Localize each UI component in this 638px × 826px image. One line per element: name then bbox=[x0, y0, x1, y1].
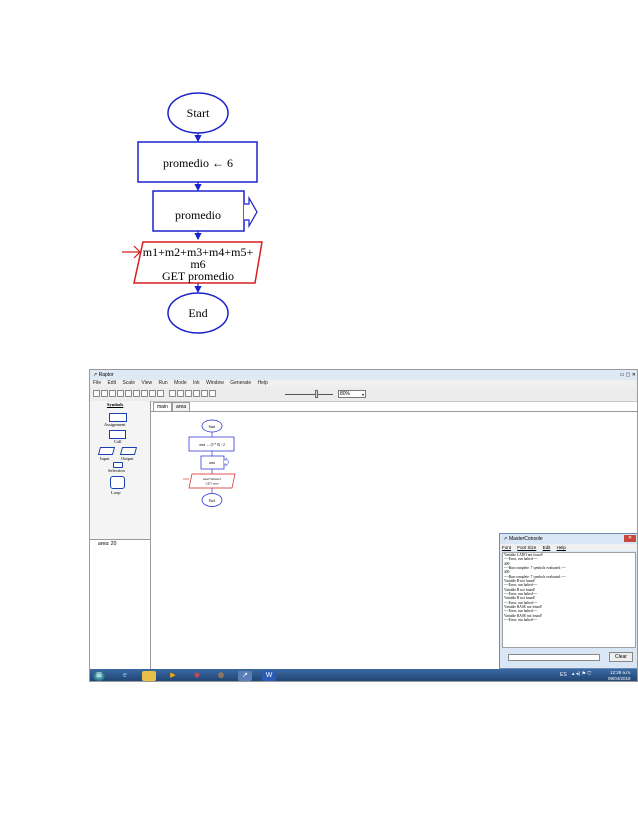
console-close-icon[interactable]: ✕ bbox=[624, 535, 636, 542]
assignment-label: promedio ← 6 bbox=[163, 156, 233, 170]
clear-button[interactable]: Clear bbox=[609, 652, 633, 662]
end-label: End bbox=[188, 306, 207, 320]
tray-language[interactable]: ES bbox=[560, 672, 567, 678]
console-menu: Font Font Size Edit Help bbox=[500, 544, 637, 551]
start-orb-icon[interactable]: ⊞ bbox=[93, 671, 105, 681]
master-console-window: ↗ MasterConsole ✕ Font Font Size Edit He… bbox=[499, 533, 637, 669]
firefox-icon[interactable]: ◍ bbox=[214, 671, 228, 681]
step-into-icon[interactable] bbox=[201, 390, 208, 397]
tray-icons[interactable]: ▴ ◂) ⚑ ⛉ bbox=[572, 671, 591, 677]
flowchart: Start promedio ← 6 promedio m1+m2+m3+m4+… bbox=[122, 92, 263, 334]
cut-icon[interactable] bbox=[117, 390, 124, 397]
menu-ink[interactable]: Ink bbox=[193, 380, 200, 386]
step-icon[interactable] bbox=[193, 390, 200, 397]
output-arrow-icon bbox=[244, 195, 258, 229]
console-menu-font[interactable]: Font bbox=[502, 545, 511, 550]
output-symbol-icon[interactable] bbox=[119, 447, 138, 455]
input-line3: GET promedio bbox=[162, 269, 234, 283]
clock-time: 12:28 a.m. bbox=[610, 670, 632, 675]
title-bar: ↗ Raptor ▭ ▢ ✕ bbox=[90, 370, 637, 380]
console-title: MasterConsole bbox=[509, 536, 543, 542]
loop-symbol-icon[interactable] bbox=[110, 476, 125, 489]
mini-output-label: area bbox=[209, 461, 215, 465]
mini-input-line2: GET area bbox=[205, 482, 219, 486]
symbol-output-label: Output bbox=[121, 456, 134, 461]
console-menu-font-size[interactable]: Font Size bbox=[517, 545, 536, 550]
mini-assignment-label: area ← (5 * 8) / 2 bbox=[199, 443, 225, 447]
menu-window[interactable]: Window bbox=[206, 380, 224, 386]
console-logo-icon: ↗ bbox=[503, 536, 508, 542]
menu-scale[interactable]: Scale bbox=[122, 380, 135, 386]
word-icon[interactable]: W bbox=[262, 671, 276, 681]
pen-icon[interactable] bbox=[209, 390, 216, 397]
symbol-input-label: Input bbox=[100, 456, 110, 461]
mini-end-label: End bbox=[209, 499, 215, 503]
variables-panel: area: 20 bbox=[90, 539, 150, 670]
console-line: ----Error, run halted---- bbox=[504, 618, 538, 623]
paste-icon[interactable] bbox=[133, 390, 140, 397]
console-title-bar: ↗ MasterConsole ✕ bbox=[500, 534, 637, 544]
menu-view[interactable]: View bbox=[141, 380, 152, 386]
variable-area: area: 20 bbox=[98, 541, 117, 547]
call-symbol-icon[interactable] bbox=[109, 430, 126, 439]
folder-icon[interactable] bbox=[142, 671, 156, 681]
mini-input-line1: base*altura/2 bbox=[203, 477, 221, 481]
input-symbol-icon[interactable] bbox=[97, 447, 116, 455]
mini-start-label: Start bbox=[209, 425, 216, 429]
menu-run[interactable]: Run bbox=[159, 380, 168, 386]
chrome-icon[interactable]: ◉ bbox=[190, 671, 204, 681]
clock-date: 09/04/2018 bbox=[608, 676, 631, 681]
raptor-screenshot: ↗ Raptor ▭ ▢ ✕ File Edit Scale View Run … bbox=[89, 369, 638, 682]
menu-help[interactable]: Help bbox=[258, 380, 268, 386]
new-file-icon[interactable] bbox=[93, 390, 100, 397]
menu-file[interactable]: File bbox=[93, 380, 101, 386]
speed-slider[interactable] bbox=[285, 394, 333, 395]
symbol-call-label: Call bbox=[114, 439, 122, 444]
assignment-symbol-icon[interactable] bbox=[109, 413, 127, 422]
zoom-select[interactable]: 80% ▾ bbox=[338, 390, 366, 398]
copy-icon[interactable] bbox=[125, 390, 132, 397]
chevron-down-icon: ▾ bbox=[361, 392, 364, 397]
print-icon[interactable] bbox=[141, 390, 148, 397]
open-file-icon[interactable] bbox=[101, 390, 108, 397]
ie-icon[interactable]: e bbox=[118, 671, 132, 681]
toolbar: 80% ▾ bbox=[90, 387, 637, 402]
save-icon[interactable] bbox=[109, 390, 116, 397]
menu-bar: File Edit Scale View Run Mode Ink Window… bbox=[90, 380, 637, 387]
undo-icon[interactable] bbox=[149, 390, 156, 397]
raptor-logo-icon: ↗ bbox=[93, 372, 98, 378]
symbol-assignment-label: Assignment bbox=[104, 422, 126, 427]
menu-generate[interactable]: Generate bbox=[230, 380, 251, 386]
symbol-selection-label: Selection bbox=[108, 468, 125, 473]
speed-slider-handle[interactable] bbox=[315, 390, 318, 398]
console-menu-help[interactable]: Help bbox=[557, 545, 566, 550]
pause-icon[interactable] bbox=[177, 390, 184, 397]
symbols-panel: Symbols Assignment Call Input Output Sel… bbox=[90, 401, 151, 670]
zoom-value: 80% bbox=[340, 391, 351, 397]
menu-edit[interactable]: Edit bbox=[107, 380, 116, 386]
window-title: Raptor bbox=[98, 372, 114, 378]
raptor-task-icon[interactable]: ↗ bbox=[238, 671, 252, 681]
console-output[interactable]: Variable LADO not found! ----Error, run … bbox=[502, 552, 636, 648]
redo-icon[interactable] bbox=[157, 390, 164, 397]
media-player-icon[interactable]: ▶ bbox=[166, 671, 180, 681]
window-controls[interactable]: ▭ ▢ ✕ bbox=[620, 370, 636, 380]
menu-mode[interactable]: Mode bbox=[174, 380, 187, 386]
output-label: promedio bbox=[175, 208, 221, 222]
start-label: Start bbox=[187, 106, 210, 120]
console-menu-edit[interactable]: Edit bbox=[543, 545, 551, 550]
play-icon[interactable] bbox=[169, 390, 176, 397]
windows-taskbar: ⊞ e ▶ ◉ ◍ ↗ W ES ▴ ◂) ⚑ ⛉ 12:28 a.m. 09/… bbox=[90, 669, 637, 681]
mini-output-arrow-icon bbox=[224, 457, 230, 467]
symbol-loop-label: Loop bbox=[111, 490, 121, 495]
stop-icon[interactable] bbox=[185, 390, 192, 397]
console-input[interactable] bbox=[508, 654, 600, 661]
symbols-title: Symbols bbox=[107, 402, 124, 407]
